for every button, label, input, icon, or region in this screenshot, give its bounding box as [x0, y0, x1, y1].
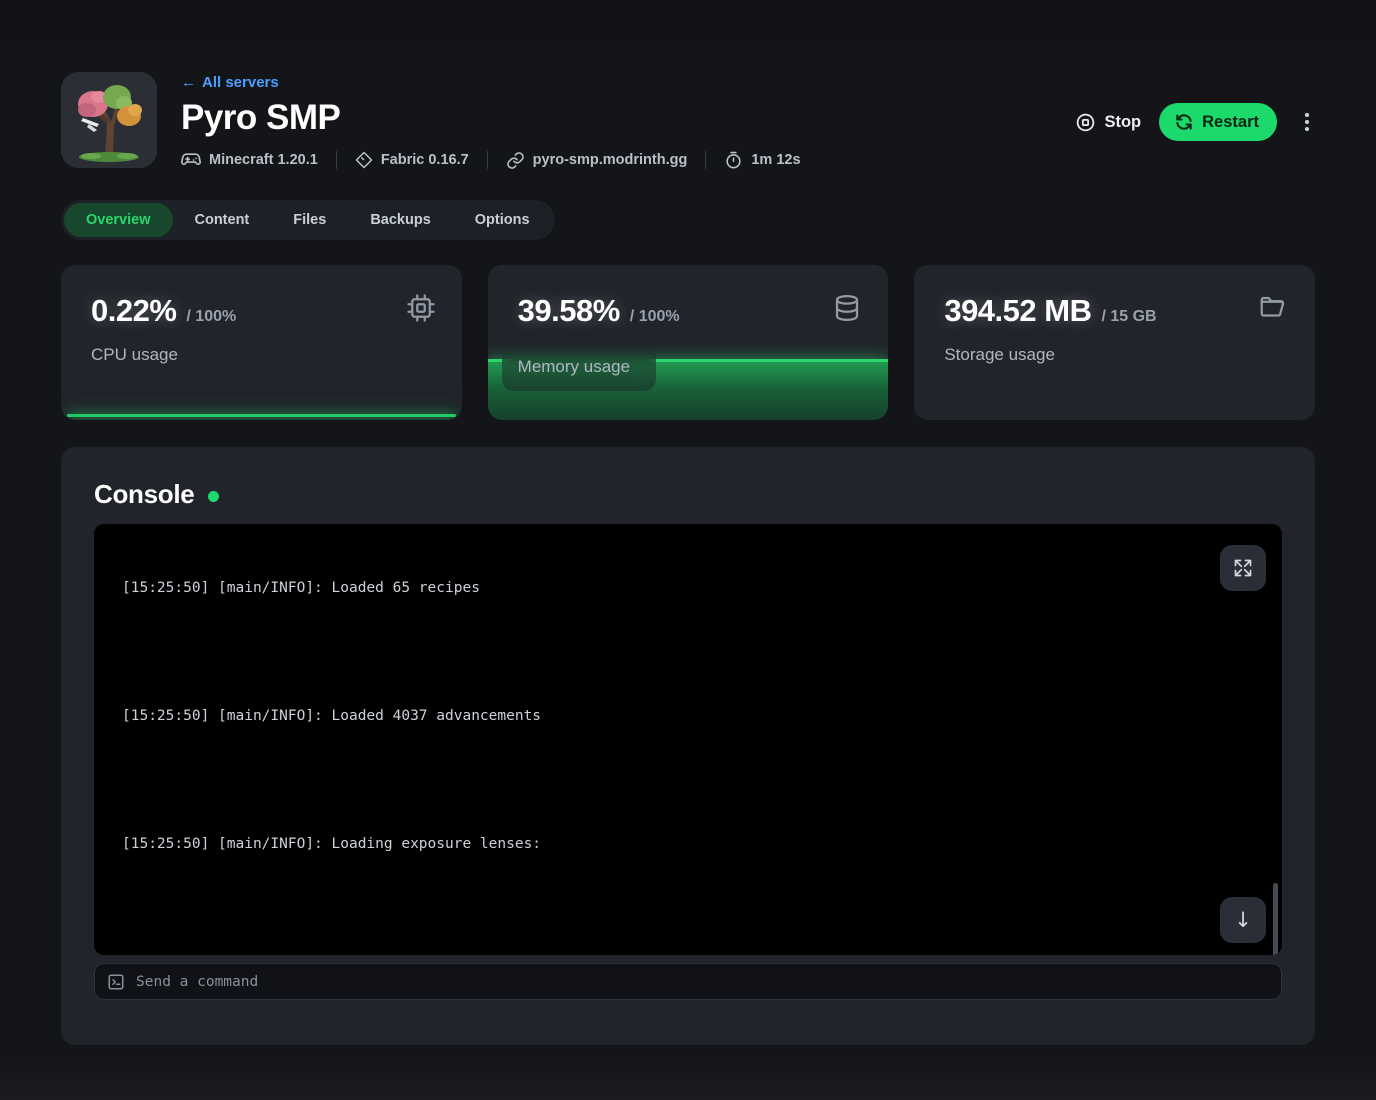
memory-usage-value: 39.58%: [518, 293, 620, 329]
server-header: ← All servers Pyro SMP Minecraft 1.20.1: [61, 0, 1315, 170]
console-title: Console: [94, 479, 194, 510]
back-arrow-icon: ←: [181, 74, 196, 91]
database-icon: [832, 293, 862, 323]
restart-button[interactable]: Restart: [1159, 103, 1277, 141]
restart-icon: [1174, 112, 1194, 132]
folder-open-icon: [1257, 293, 1289, 323]
console-log-lines: [15:25:50] [main/INFO]: Loaded 65 recipe…: [94, 524, 1282, 955]
storage-usage-card: 394.52 MB / 15 GB Storage usage: [914, 265, 1315, 420]
server-page: ← All servers Pyro SMP Minecraft 1.20.1: [0, 0, 1376, 1100]
meta-separator: [705, 151, 706, 169]
fabric-icon: [355, 151, 373, 169]
memory-label-backdrop: Memory usage: [502, 345, 656, 391]
console-log-line: [15:25:50] [main/INFO]: Loaded 4037 adva…: [122, 700, 1282, 732]
tab-content[interactable]: Content: [173, 203, 272, 237]
tab-files[interactable]: Files: [271, 203, 348, 237]
meta-separator: [336, 151, 337, 169]
meta-game-version: Minecraft 1.20.1: [181, 150, 318, 170]
cpu-usage-value: 0.22%: [91, 293, 176, 329]
storage-usage-value: 394.52 MB: [944, 293, 1091, 329]
command-input-placeholder: Send a command: [136, 974, 258, 990]
meta-server-address[interactable]: pyro-smp.modrinth.gg: [506, 151, 688, 170]
server-avatar: [61, 72, 157, 168]
stop-button[interactable]: Stop: [1075, 112, 1141, 133]
memory-usage-label: Memory usage: [518, 357, 630, 377]
console-scrollbar-thumb[interactable]: [1273, 883, 1278, 955]
expand-icon: [1233, 558, 1253, 578]
meta-label: Minecraft 1.20.1: [209, 152, 318, 168]
console-card: Console [15:25:50] [main/INFO]: Loaded 6…: [61, 447, 1315, 1045]
cpu-usage-max: / 100%: [186, 308, 236, 326]
meta-loader: Fabric 0.16.7: [355, 151, 469, 169]
memory-usage-max: / 100%: [630, 308, 680, 326]
back-link-label: All servers: [202, 74, 279, 91]
stop-icon: [1075, 112, 1096, 133]
server-actions: Stop Restart: [1075, 103, 1315, 141]
gamepad-icon: [181, 150, 201, 170]
meta-separator: [487, 151, 488, 169]
stop-label: Stop: [1104, 113, 1141, 132]
tab-overview[interactable]: Overview: [64, 203, 173, 237]
terminal-icon: [107, 973, 125, 991]
tab-backups[interactable]: Backups: [348, 203, 452, 237]
tree-avatar-image: [61, 72, 157, 168]
page-title: Pyro SMP: [181, 98, 1075, 138]
cpu-usage-label: CPU usage: [91, 345, 436, 365]
cpu-usage-card: 0.22% / 100% CPU usage: [61, 265, 462, 420]
online-status-dot: [208, 491, 219, 502]
tab-options[interactable]: Options: [453, 203, 552, 237]
storage-usage-max: / 15 GB: [1101, 308, 1156, 326]
arrow-down-icon: ↓: [1234, 908, 1252, 932]
meta-uptime: 1m 12s: [724, 151, 800, 170]
scroll-to-bottom-button[interactable]: ↓: [1220, 897, 1266, 943]
timer-icon: [724, 151, 743, 170]
console-log-line: [15:25:50] [main/INFO]: Loading exposure…: [122, 828, 1282, 860]
back-to-all-servers-link[interactable]: ← All servers: [181, 74, 279, 91]
console-header: Console: [94, 479, 1282, 510]
meta-label: 1m 12s: [751, 152, 800, 168]
memory-usage-card: 39.58% / 100% Memory usage: [488, 265, 889, 420]
meta-label: pyro-smp.modrinth.gg: [533, 152, 688, 168]
more-options-kebab-icon[interactable]: [1299, 107, 1315, 137]
console-log-line: [15:25:50] [main/INFO]: Loaded 65 recipe…: [122, 572, 1282, 604]
server-meta-row: Minecraft 1.20.1 Fabric 0.16.7: [181, 150, 1075, 170]
command-input[interactable]: Send a command: [94, 963, 1282, 1000]
meta-label: Fabric 0.16.7: [381, 152, 469, 168]
server-tabs: Overview Content Files Backups Options: [61, 200, 555, 240]
cpu-chip-icon: [406, 293, 436, 323]
storage-usage-label: Storage usage: [944, 345, 1289, 365]
console-fullscreen-button[interactable]: [1220, 545, 1266, 591]
link-icon: [506, 151, 525, 170]
stats-row: 0.22% / 100% CPU usage 39.58% / 100%: [61, 265, 1315, 420]
console-log-viewport[interactable]: [15:25:50] [main/INFO]: Loaded 65 recipe…: [94, 524, 1282, 955]
cpu-usage-bar: [67, 414, 456, 417]
restart-label: Restart: [1202, 113, 1259, 132]
server-info: ← All servers Pyro SMP Minecraft 1.20.1: [181, 72, 1075, 170]
